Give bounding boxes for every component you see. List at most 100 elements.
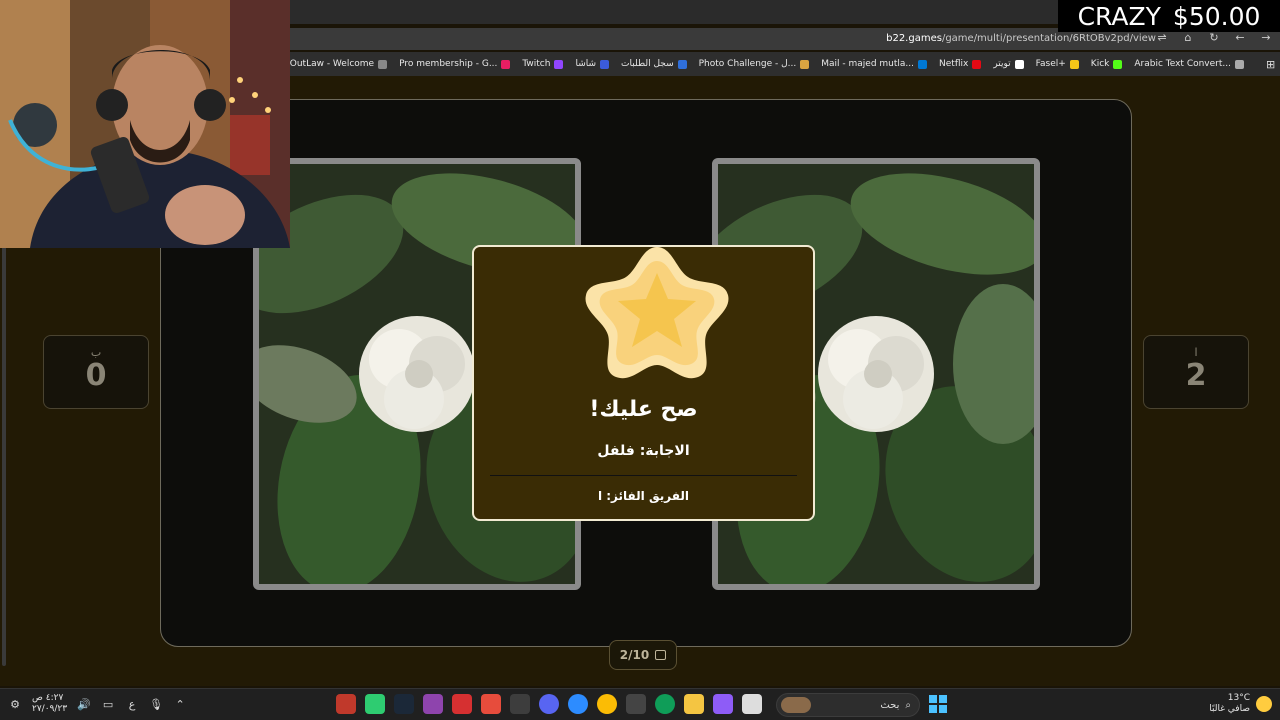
streamer-webcam-image <box>0 0 290 248</box>
bookmark-label: Mail - majed mutla... <box>821 59 915 69</box>
steam-icon[interactable] <box>394 694 414 714</box>
donor-name: CRAZY <box>1077 1 1161 31</box>
taskbar-apps <box>336 694 762 714</box>
bookmark-item[interactable]: Pro membership - G... <box>399 59 511 69</box>
back-icon[interactable]: → <box>1260 31 1272 44</box>
edge-icon[interactable] <box>655 694 675 714</box>
store-icon[interactable] <box>626 694 646 714</box>
microphone-icon[interactable]: 🎙 <box>149 697 163 711</box>
x-icon <box>1014 59 1024 69</box>
photo-icon <box>800 59 810 69</box>
netflix-icon <box>972 59 982 69</box>
weather-temp: 13°C <box>1227 693 1250 703</box>
bookmark-item[interactable]: Kick <box>1091 59 1123 69</box>
result-modal: صح عليك! الاجابة: فلفل الفريق الفائز: ا <box>472 245 815 521</box>
bookmark-item[interactable]: Fasel+ <box>1036 59 1079 69</box>
url-path: /game/multi/presentation/6RtOBv2pd/view <box>941 33 1156 44</box>
site-settings-icon[interactable]: ⇌ <box>1156 31 1168 44</box>
forward-icon[interactable]: ← <box>1234 31 1246 44</box>
team-score-left: ب 0 <box>43 335 149 409</box>
modal-divider <box>490 475 797 476</box>
donation-amount: $50.00 <box>1172 1 1261 31</box>
chevron-up-icon[interactable]: ⌃ <box>173 697 187 711</box>
home-icon[interactable]: ⌂ <box>1182 31 1194 44</box>
bookmark-item[interactable]: Netflix <box>939 59 982 69</box>
fasel-icon <box>1069 59 1079 69</box>
bookmark-label: Pro membership - G... <box>399 59 498 69</box>
search-icon: ⌕ <box>905 699 911 711</box>
twitch-icon <box>554 59 564 69</box>
chrome-icon[interactable] <box>597 694 617 714</box>
zoom-icon[interactable] <box>568 694 588 714</box>
bookmark-item[interactable]: Photo Challenge - ل... <box>699 59 810 69</box>
image-icon <box>655 650 667 660</box>
file-explorer-icon[interactable] <box>684 694 704 714</box>
team-score-right: ا 2 <box>1143 335 1249 409</box>
progress-count: 2/10 <box>619 648 650 662</box>
language-indicator[interactable]: ع <box>125 697 139 711</box>
clock-date: ٢٧/٠٩/٢٣ <box>32 704 68 714</box>
app-icon-2[interactable] <box>365 694 385 714</box>
app-icon-1[interactable] <box>336 694 356 714</box>
orders-icon <box>677 59 687 69</box>
donation-alert: CRAZY $50.00 <box>1058 0 1280 32</box>
reload-icon[interactable]: ↻ <box>1208 31 1220 44</box>
search-highlight-image <box>781 697 811 713</box>
team-points-left: 0 <box>85 358 107 393</box>
url-domain: b22.games <box>886 33 942 44</box>
task-view-icon[interactable] <box>742 694 762 714</box>
bookmark-label: Netflix <box>939 59 969 69</box>
kick-icon <box>1113 59 1123 69</box>
clock[interactable]: ٤:٢٧ ص ٢٧/٠٩/٢٣ <box>32 693 67 715</box>
app-icon-7[interactable] <box>510 694 530 714</box>
apps-grid-icon[interactable]: ⊞ <box>1266 58 1275 71</box>
bookmark-label: Kick <box>1090 59 1110 69</box>
discord-icon[interactable] <box>539 694 559 714</box>
system-tray: ⚙ ٤:٢٧ ص ٢٧/٠٩/٢٣ 🔊 ▭ ع 🎙 ⌃ <box>8 693 187 715</box>
copilot-icon[interactable] <box>713 694 733 714</box>
app-icon-6[interactable] <box>481 694 501 714</box>
start-button-icon[interactable] <box>929 695 947 713</box>
bookmark-label: Photo Challenge - ل... <box>698 59 797 69</box>
sun-icon <box>1256 696 1272 712</box>
shasha-icon <box>600 59 610 69</box>
pin-icon <box>501 59 511 69</box>
windows-taskbar: ⚙ ٤:٢٧ ص ٢٧/٠٩/٢٣ 🔊 ▭ ع 🎙 ⌃ بحث ⌕ 13°C ص… <box>0 688 1280 720</box>
nav-buttons: ⇌ ⌂ ↻ ← → <box>1156 31 1272 44</box>
bookmark-label: OutLaw - Welcome <box>289 59 375 69</box>
bookmark-item[interactable]: Arabic Text Convert... <box>1134 59 1244 69</box>
bookmark-label: Twitch <box>522 59 551 69</box>
winner-text: الفريق الفائز: ا <box>597 489 690 503</box>
bookmark-label: Fasel+ <box>1035 59 1066 69</box>
weather-widget[interactable]: 13°C صافي غالبًا <box>1209 693 1272 715</box>
team-points-right: 2 <box>1185 358 1207 393</box>
bookmark-label: سجل الطلبات <box>621 59 674 69</box>
bookmark-item[interactable]: تويتر <box>993 59 1024 69</box>
network-icon[interactable]: ▭ <box>101 697 115 711</box>
webcam-overlay <box>0 0 290 248</box>
bookmark-item[interactable]: شاشا <box>575 59 610 69</box>
bookmark-item[interactable]: OutLaw - Welcome <box>289 59 388 69</box>
outlaw-icon <box>378 59 388 69</box>
bookmark-item[interactable]: Twitch <box>522 59 564 69</box>
app-icon-5[interactable] <box>452 694 472 714</box>
star-badge-icon <box>585 247 729 379</box>
screen: b22.games/game/multi/presentation/6RtOBv… <box>0 0 1280 720</box>
globe-icon <box>1235 59 1244 69</box>
bookmark-label: Arabic Text Convert... <box>1134 59 1231 69</box>
app-icon-4[interactable] <box>423 694 443 714</box>
mail-icon <box>918 59 928 69</box>
bookmark-label: تويتر <box>993 59 1011 69</box>
url-text[interactable]: b22.games/game/multi/presentation/6RtOBv… <box>886 33 1156 44</box>
settings-icon[interactable]: ⚙ <box>8 697 22 711</box>
bookmark-item[interactable]: سجل الطلبات <box>621 59 687 69</box>
bookmark-label: شاشا <box>575 59 597 69</box>
volume-icon[interactable]: 🔊 <box>77 697 91 711</box>
clock-time: ٤:٢٧ ص <box>32 693 64 703</box>
bookmark-item[interactable]: Mail - majed mutla... <box>821 59 928 69</box>
answer-text: الاجابة: فلفل <box>597 443 690 459</box>
question-progress: 2/10 <box>609 640 677 670</box>
search-placeholder: بحث <box>880 699 900 711</box>
taskbar-search[interactable]: بحث ⌕ <box>776 693 920 717</box>
weather-desc: صافي غالبًا <box>1209 704 1250 714</box>
